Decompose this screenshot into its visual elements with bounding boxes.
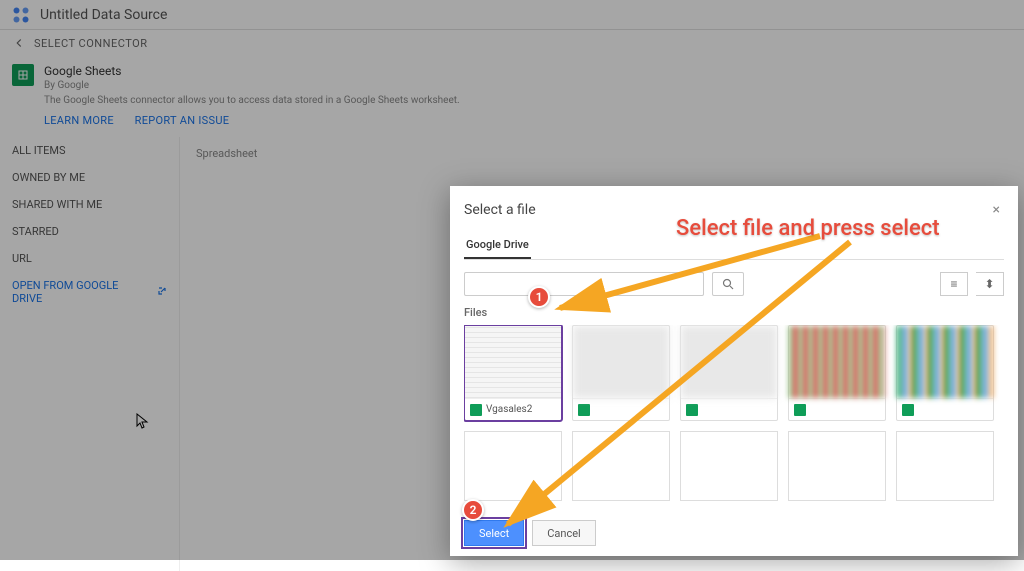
file-thumbnail — [573, 326, 669, 398]
file-card[interactable] — [572, 431, 670, 501]
close-button[interactable]: × — [989, 198, 1004, 222]
file-card[interactable] — [680, 431, 778, 501]
file-card[interactable] — [464, 431, 562, 501]
cancel-button[interactable]: Cancel — [532, 520, 595, 546]
files-section-label: Files — [464, 306, 1004, 319]
file-thumbnail — [465, 326, 561, 398]
annotation-text: Select file and press select — [676, 216, 940, 241]
annotation-badge-2: 2 — [462, 499, 484, 521]
file-thumbnail — [789, 326, 885, 398]
select-button[interactable]: Select — [464, 520, 524, 546]
sheets-file-icon — [902, 404, 914, 416]
file-grid: Vgasales2 — [464, 325, 1004, 501]
search-button[interactable] — [712, 272, 744, 296]
sheets-file-icon — [686, 404, 698, 416]
file-card[interactable] — [896, 431, 994, 501]
file-card[interactable] — [680, 325, 778, 421]
file-thumbnail — [897, 326, 993, 398]
sheets-file-icon — [578, 404, 590, 416]
annotation-badge-1: 1 — [528, 286, 550, 308]
tab-google-drive[interactable]: Google Drive — [464, 232, 531, 259]
sheets-file-icon — [470, 404, 482, 416]
search-input[interactable] — [464, 272, 704, 296]
file-card[interactable] — [788, 431, 886, 501]
file-card[interactable] — [788, 325, 886, 421]
sheets-file-icon — [794, 404, 806, 416]
file-thumbnail — [681, 326, 777, 398]
view-list-button[interactable]: ≡ — [940, 272, 968, 296]
file-card[interactable] — [572, 325, 670, 421]
file-picker-dialog: Select a file × Google Drive ≡ ⬍ Files V… — [450, 186, 1018, 556]
view-sort-button[interactable]: ⬍ — [976, 272, 1004, 296]
search-icon — [722, 275, 734, 294]
file-card[interactable] — [896, 325, 994, 421]
file-name: Vgasales2 — [486, 404, 532, 415]
file-card-selected[interactable]: Vgasales2 — [464, 325, 562, 421]
